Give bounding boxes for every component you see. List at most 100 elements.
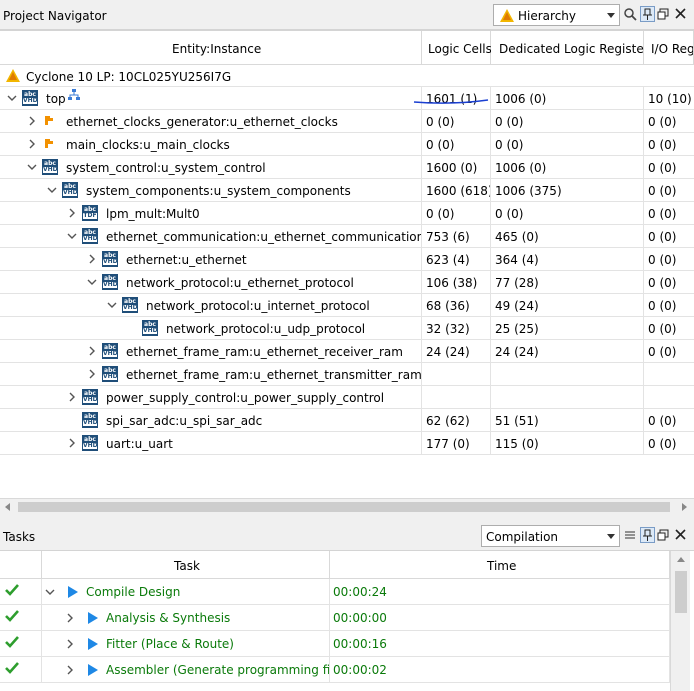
task-cell[interactable]: Analysis & Synthesis	[42, 605, 330, 631]
registers-cell: 24 (24)	[491, 340, 644, 363]
entity-cell[interactable]: abc VHD top	[0, 87, 422, 110]
entity-cell[interactable]: abc VHD network_protocol:u_internet_proto…	[0, 294, 422, 317]
table-row[interactable]: abc VHD system_control:u_system_control 1…	[0, 156, 694, 179]
table-row[interactable]: ethernet_clocks_generator:u_ethernet_clo…	[0, 110, 694, 133]
io-cell: 0 (0)	[648, 345, 677, 359]
flow-selector-label: Compilation	[486, 530, 559, 544]
table-row[interactable]: abc VHD ethernet:u_ethernet 623 (4) 364 (…	[0, 248, 694, 271]
entity-cell[interactable]: abc VHD power_supply_control:u_power_supp…	[0, 386, 422, 409]
chevron-down-icon[interactable]	[44, 586, 56, 598]
rtl-viewer-icon[interactable]	[67, 88, 81, 105]
hierarchy-table: Entity:Instance Logic Cells Dedicated Lo…	[0, 30, 694, 498]
table-row[interactable]: abc VHD uart:u_uart 177 (0) 115 (0) 0 (0)	[0, 432, 694, 455]
table-row[interactable]: abc VHD network_protocol:u_internet_proto…	[0, 294, 694, 317]
entity-cell[interactable]: main_clocks:u_main_clocks	[0, 133, 422, 156]
entity-cell[interactable]: abc VHD uart:u_uart	[0, 432, 422, 455]
column-header-io[interactable]: I/O Reg	[644, 31, 694, 65]
column-header-entity[interactable]: Entity:Instance	[0, 31, 422, 65]
chevron-right-icon[interactable]	[66, 437, 78, 449]
entity-cell[interactable]: ethernet_clocks_generator:u_ethernet_clo…	[0, 110, 422, 133]
entity-cell[interactable]: abc VHD ethernet_frame_ram:u_ethernet_tra…	[0, 363, 422, 386]
table-row[interactable]: abc VHD network_protocol:u_udp_protocol 3…	[0, 317, 694, 340]
chevron-right-icon[interactable]	[66, 391, 78, 403]
view-selector[interactable]: Hierarchy	[493, 4, 620, 26]
chevron-down-icon[interactable]	[6, 92, 18, 104]
task-row[interactable]: Fitter (Place & Route) 00:00:16	[0, 631, 670, 657]
close-icon[interactable]	[675, 529, 688, 542]
restore-icon[interactable]	[657, 8, 670, 21]
chevron-right-icon[interactable]	[86, 345, 98, 357]
logic-cells-cell: 1600 (0)	[422, 156, 491, 179]
horizontal-scrollbar[interactable]	[0, 498, 694, 514]
chevron-right-icon[interactable]	[26, 115, 38, 127]
chevron-right-icon[interactable]	[86, 253, 98, 265]
scroll-right-icon[interactable]	[682, 503, 687, 511]
pin-icon[interactable]	[640, 527, 655, 543]
entity-cell[interactable]: abc VHD ethernet_communication:u_ethernet…	[0, 225, 422, 248]
table-row[interactable]: abc VHD spi_sar_adc:u_spi_sar_adc 62 (62)…	[0, 409, 694, 432]
task-row[interactable]: Compile Design 00:00:24	[0, 579, 670, 605]
time-cell: 00:00:00	[330, 605, 670, 631]
chevron-down-icon	[607, 534, 615, 539]
table-row[interactable]: abc VHD ethernet_frame_ram:u_ethernet_rec…	[0, 340, 694, 363]
scroll-thumb[interactable]	[675, 571, 687, 613]
entity-cell[interactable]: abc VHD network_protocol:u_udp_protocol	[0, 317, 422, 340]
task-cell[interactable]: Compile Design	[42, 579, 330, 605]
task-row[interactable]: Assembler (Generate programming files) 0…	[0, 657, 670, 683]
pin-icon[interactable]	[640, 6, 655, 22]
flow-selector[interactable]: Compilation	[481, 525, 620, 547]
chevron-right-icon[interactable]	[66, 207, 78, 219]
table-row[interactable]: abc VHD power_supply_control:u_power_supp…	[0, 386, 694, 409]
table-row[interactable]: abc TDF lpm_mult:Mult0 0 (0) 0 (0) 0 (0)	[0, 202, 694, 225]
entity-cell[interactable]: abc VHD system_control:u_system_control	[0, 156, 422, 179]
entity-cell[interactable]: abc TDF lpm_mult:Mult0	[0, 202, 422, 225]
column-header-registers[interactable]: Dedicated Logic Registers	[491, 31, 655, 65]
chevron-down-icon[interactable]	[46, 184, 58, 196]
task-cell[interactable]: Fitter (Place & Route)	[42, 631, 330, 657]
chevron-right-icon[interactable]	[26, 138, 38, 150]
chevron-right-icon[interactable]	[86, 368, 98, 380]
logic-cells-cell: 24 (24)	[422, 340, 491, 363]
chevron-right-icon[interactable]	[64, 612, 76, 624]
entity-cell[interactable]: abc VHD ethernet:u_ethernet	[0, 248, 422, 271]
chevron-down-icon[interactable]	[26, 161, 38, 173]
scroll-left-icon[interactable]	[5, 503, 10, 511]
play-icon[interactable]	[68, 586, 78, 598]
io-cell	[644, 363, 694, 386]
chevron-down-icon[interactable]	[66, 230, 78, 242]
table-row[interactable]: abc VHD ethernet_frame_ram:u_ethernet_tra…	[0, 363, 694, 386]
device-row[interactable]: Cyclone 10 LP: 10CL025YU256I7G	[0, 65, 694, 87]
play-icon[interactable]	[88, 638, 98, 650]
menu-icon[interactable]	[624, 529, 637, 542]
panel-divider[interactable]	[0, 514, 694, 521]
task-cell[interactable]: Assembler (Generate programming files)	[42, 657, 330, 683]
chevron-down-icon[interactable]	[86, 276, 98, 288]
table-row[interactable]: abc VHD system_components:u_system_compon…	[0, 179, 694, 202]
play-icon[interactable]	[88, 664, 98, 676]
column-header-task[interactable]: Task	[42, 551, 330, 579]
entity-cell[interactable]: abc VHD network_protocol:u_ethernet_proto…	[0, 271, 422, 294]
device-label: Cyclone 10 LP: 10CL025YU256I7G	[26, 70, 232, 84]
play-icon[interactable]	[88, 612, 98, 624]
chevron-right-icon[interactable]	[64, 664, 76, 676]
entity-cell[interactable]: abc VHD system_components:u_system_compon…	[0, 179, 422, 202]
table-row[interactable]: abc VHD top 1601 (1) 1006 (0) 10 (10)	[0, 87, 694, 110]
restore-icon[interactable]	[657, 529, 670, 542]
column-header-time[interactable]: Time	[330, 551, 670, 579]
scroll-thumb[interactable]	[18, 502, 670, 512]
chevron-right-icon[interactable]	[64, 638, 76, 650]
table-row[interactable]: main_clocks:u_main_clocks 0 (0) 0 (0) 0 …	[0, 133, 694, 156]
task-row[interactable]: Analysis & Synthesis 00:00:00	[0, 605, 670, 631]
scroll-up-icon[interactable]	[677, 557, 685, 562]
column-header-logic-cells[interactable]: Logic Cells	[422, 31, 492, 65]
table-row[interactable]: abc VHD ethernet_communication:u_ethernet…	[0, 225, 694, 248]
chevron-down-icon[interactable]	[106, 299, 118, 311]
entity-cell[interactable]: abc VHD ethernet_frame_ram:u_ethernet_rec…	[0, 340, 422, 363]
vertical-scrollbar[interactable]	[670, 551, 690, 691]
registers-cell: 0 (0)	[491, 110, 644, 133]
entity-cell[interactable]: abc VHD spi_sar_adc:u_spi_sar_adc	[0, 409, 422, 432]
table-row[interactable]: abc VHD network_protocol:u_ethernet_proto…	[0, 271, 694, 294]
close-icon[interactable]	[675, 8, 688, 21]
registers-cell: 51 (51)	[491, 409, 644, 432]
search-icon[interactable]	[624, 8, 637, 21]
